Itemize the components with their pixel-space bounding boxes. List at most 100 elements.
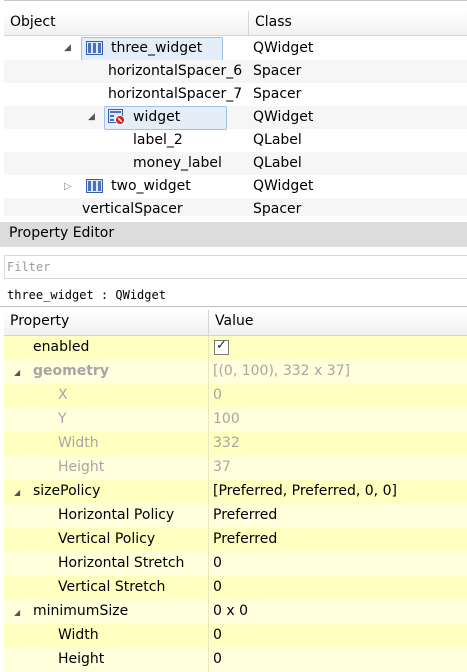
collapse-arrow-icon[interactable]: ◢: [64, 43, 71, 53]
current-object-label: three_widget : QWidget: [0, 285, 467, 307]
column-header-property[interactable]: Property: [4, 310, 209, 336]
collapse-arrow-icon[interactable]: ◢: [88, 112, 95, 122]
property-value[interactable]: [Preferred, Preferred, 0, 0]: [213, 483, 397, 499]
property-value: 100: [213, 411, 240, 427]
property-value[interactable]: 0: [213, 579, 222, 595]
filter-field[interactable]: [4, 255, 467, 279]
object-name: horizontalSpacer_6: [108, 63, 243, 79]
object-inspector: Object Class ◢ three_widget QWidget horizon…: [0, 0, 467, 216]
property-row[interactable]: Horizontal Stretch 0: [4, 552, 467, 576]
property-row[interactable]: ◢ sizePolicy [Preferred, Preferred, 0, 0]: [4, 480, 467, 504]
property-row[interactable]: ◢ minimumSize 0 x 0: [4, 600, 467, 624]
object-class: QLabel: [253, 132, 302, 148]
property-row[interactable]: enabled ✓: [4, 336, 467, 360]
column-header-value[interactable]: Value: [209, 310, 467, 336]
property-editor-title-bar: Property Editor: [0, 222, 467, 247]
column-header-property-label: Property: [10, 313, 70, 329]
property-row[interactable]: Height 0: [4, 648, 467, 672]
object-tree-row[interactable]: money_label QLabel: [4, 152, 467, 175]
property-name: Height: [58, 459, 105, 475]
property-name: Width: [58, 627, 99, 643]
object-tree-row[interactable]: label_2 QLabel: [4, 129, 467, 152]
object-tree-row[interactable]: horizontalSpacer_6 Spacer: [4, 60, 467, 83]
property-value[interactable]: 0: [213, 555, 222, 571]
property-row[interactable]: Vertical Stretch 0: [4, 576, 467, 600]
object-class: QWidget: [253, 40, 314, 56]
checkmark-icon: ✓: [216, 338, 227, 353]
property-value[interactable]: 0 x 0: [213, 603, 248, 619]
column-divider: [208, 336, 209, 360]
property-value[interactable]: 0: [213, 651, 222, 667]
property-value[interactable]: Preferred: [213, 531, 277, 547]
column-header-object[interactable]: Object: [4, 11, 249, 36]
broken-layout-icon: [108, 109, 125, 125]
property-value[interactable]: 0: [213, 627, 222, 643]
column-divider: [208, 504, 209, 528]
layout-icon: [86, 40, 103, 56]
column-header-class[interactable]: Class: [249, 11, 467, 36]
object-name: verticalSpacer: [82, 201, 183, 216]
column-divider: [208, 480, 209, 504]
column-divider: [208, 456, 209, 480]
object-name: money_label: [133, 155, 222, 171]
column-header-class-label: Class: [255, 14, 292, 30]
column-divider: [208, 552, 209, 576]
property-name: Vertical Policy: [58, 531, 156, 547]
object-class: QLabel: [253, 155, 302, 171]
property-name: minimumSize: [33, 603, 129, 619]
property-value[interactable]: Preferred: [213, 507, 277, 523]
object-tree-row[interactable]: verticalSpacer Spacer: [4, 198, 467, 216]
column-divider: [208, 408, 209, 432]
property-value: [(0, 100), 332 x 37]: [213, 363, 350, 379]
property-name: sizePolicy: [33, 483, 101, 499]
column-divider: [208, 432, 209, 456]
property-name: geometry: [33, 363, 109, 379]
object-tree-row[interactable]: ◢ widget QWidget: [4, 106, 467, 130]
object-class: QWidget: [253, 109, 314, 125]
column-divider: [208, 384, 209, 408]
object-class: Spacer: [253, 201, 302, 216]
property-name: Vertical Stretch: [58, 579, 166, 595]
property-row[interactable]: Height 37: [4, 456, 467, 480]
object-name: label_2: [133, 132, 183, 148]
column-divider: [208, 600, 209, 624]
column-divider: [208, 648, 209, 672]
enabled-checkbox[interactable]: ✓: [214, 338, 229, 355]
collapse-arrow-icon[interactable]: ◢: [14, 488, 20, 497]
collapse-arrow-icon[interactable]: ◢: [14, 608, 20, 617]
object-name: horizontalSpacer_7: [108, 86, 243, 102]
property-name: Horizontal Stretch: [58, 555, 185, 571]
property-name: X: [58, 387, 68, 403]
current-object-text: three_widget : QWidget: [7, 288, 166, 302]
property-row[interactable]: Y 100: [4, 408, 467, 432]
property-row[interactable]: X0: [4, 384, 467, 408]
property-name: Y: [58, 411, 67, 427]
object-name: widget: [133, 109, 181, 125]
object-tree-row[interactable]: horizontalSpacer_7 Spacer: [4, 83, 467, 106]
property-value: 0: [213, 387, 222, 403]
property-row[interactable]: Width 0: [4, 624, 467, 648]
object-tree-row[interactable]: ▷ two_widget QWidget: [4, 175, 467, 198]
collapse-arrow-icon[interactable]: ◢: [14, 368, 20, 377]
property-row[interactable]: Horizontal Policy Preferred: [4, 504, 467, 528]
property-row[interactable]: Width 332: [4, 432, 467, 456]
property-value: 332: [213, 435, 240, 451]
property-name: Horizontal Policy: [58, 507, 175, 523]
property-row[interactable]: Vertical Policy Preferred: [4, 528, 467, 552]
object-name: two_widget: [111, 178, 191, 194]
property-name: Width: [58, 435, 99, 451]
column-header-object-label: Object: [10, 14, 56, 30]
object-class: Spacer: [253, 86, 302, 102]
object-inspector-frame: [4, 0, 467, 10]
column-divider: [208, 528, 209, 552]
filter-input[interactable]: [7, 258, 447, 276]
object-class: QWidget: [253, 178, 314, 194]
expand-arrow-icon[interactable]: ▷: [64, 181, 72, 192]
property-row[interactable]: ◢ geometry [(0, 100), 332 x 37]: [4, 360, 467, 384]
layout-icon: [86, 178, 103, 194]
object-tree-row[interactable]: ◢ three_widget QWidget: [4, 37, 467, 61]
column-divider: [208, 360, 209, 384]
object-name: three_widget: [111, 40, 203, 56]
column-divider: [208, 624, 209, 648]
column-header-value-label: Value: [215, 313, 254, 329]
